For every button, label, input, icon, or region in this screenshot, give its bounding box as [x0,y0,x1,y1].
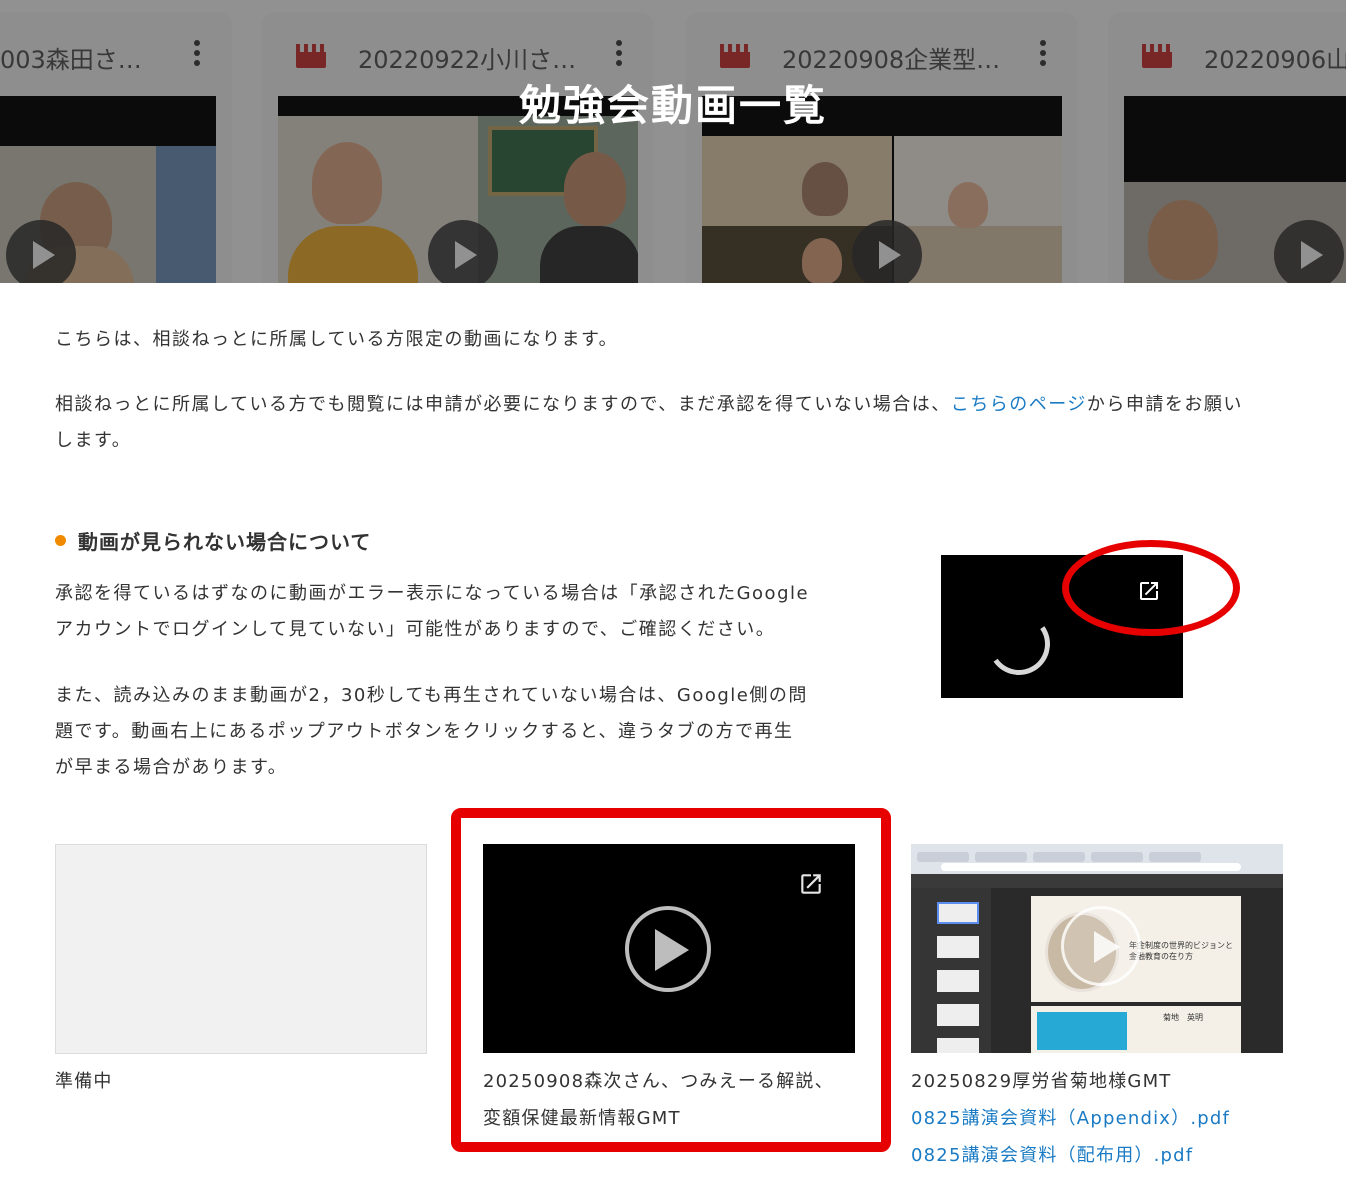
pdf-sidebar [911,888,991,1053]
video-player[interactable]: 年金制度の世界的ビジョンと金融教育の在り方 菊地 英明 [911,844,1283,1053]
video-caption: 20250829厚労省菊地様GMT 0825講演会資料（Appendix）.pd… [911,1063,1230,1174]
notice-text: 題です。動画右上にあるポップアウトボタンをクリックすると、違うタブの方で再生 [55,721,794,742]
video-caption: 準備中 [55,1071,113,1092]
pdf-speaker-name: 菊地 英明 [1163,1013,1203,1022]
application-page-link[interactable]: こちらのページ [951,394,1087,415]
highlight-circle [1062,540,1240,636]
section-heading: 動画が見られない場合について [55,526,371,555]
intro-text: 相談ねっとに所属している方でも閲覧には申請が必要になりますので、まだ承認を得てい… [55,394,951,415]
intro-paragraph: こちらは、相談ねっとに所属している方限定の動画になります。 [55,329,619,350]
attachment-link[interactable]: 0825講演会資料（配布用）.pdf [911,1145,1193,1166]
pdf-page: 菊地 英明 [1031,1006,1241,1053]
intro-text: します。 [55,430,132,451]
section-heading-text: 動画が見られない場合について [78,530,372,554]
browser-chrome [911,844,1283,874]
intro-text: から申請をお願い [1086,394,1243,415]
hero-overlay [0,0,1346,283]
video-caption-line: 20250829厚労省菊地様GMT [911,1071,1172,1092]
notice-text: アカウントでログインして見ていない」可能性がありますので、ご確認ください。 [55,619,776,640]
notice-paragraph: 承認を得ているはずなのに動画がエラー表示になっている場合は「承認されたGoogl… [55,576,809,648]
page-title: 勉強会動画一覧 [518,81,827,130]
hero-banner: 003森田さ… 20220922小川さ… 20220908企業型… 202209… [0,0,1346,283]
video-placeholder [55,844,427,1054]
notice-text: また、読み込みのまま動画が2，30秒しても再生されていない場合は、Google側… [55,685,808,706]
highlight-box [451,808,891,1152]
attachment-link[interactable]: 0825講演会資料（Appendix）.pdf [911,1108,1230,1129]
bullet-dot-icon [55,535,66,546]
notice-text: 承認を得ているはずなのに動画がエラー表示になっている場合は「承認されたGoogl… [55,583,810,604]
pdf-banner [1037,1012,1127,1050]
pdf-toolbar [911,874,1283,888]
play-button-icon[interactable] [1061,906,1141,986]
intro-paragraph-apply: 相談ねっとに所属している方でも閲覧には申請が必要になりますので、まだ承認を得てい… [55,387,1295,459]
notice-text: が早まる場合があります。 [55,757,288,778]
pdf-page-title: 年金制度の世界的ビジョンと金融教育の在り方 [1129,941,1233,961]
notice-paragraph: また、読み込みのまま動画が2，30秒しても再生されていない場合は、Google側… [55,678,808,786]
